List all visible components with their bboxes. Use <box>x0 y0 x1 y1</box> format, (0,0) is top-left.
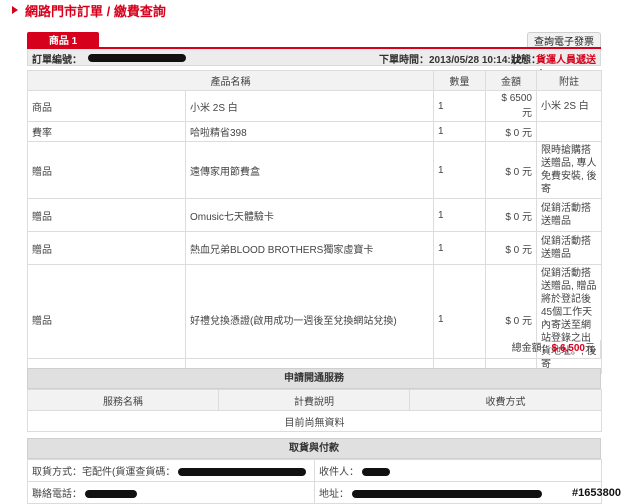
item-price: $ 0 元 <box>485 198 537 232</box>
watermark-id: #1653800 <box>572 487 621 499</box>
item-name: 小米 2S 白 <box>185 90 434 122</box>
shipping-method-cell: 取貨方式：宅配件(貨運查貨碼： <box>27 459 315 482</box>
total-value: $ 6,500 <box>551 343 585 354</box>
services-empty-text: 目前尚無資料 <box>27 410 602 432</box>
item-name: Omusic七天體驗卡 <box>185 198 434 232</box>
phone-cell: 聯絡電話： <box>27 481 315 504</box>
services-empty-row: 目前尚無資料 <box>27 410 602 432</box>
item-type: 贈品 <box>27 141 186 199</box>
header-quantity: 數量 <box>433 70 486 91</box>
table-row: 贈品 Omusic七天體驗卡 1 $ 0 元 促銷活動搭送贈品 <box>27 198 602 232</box>
recipient-label: 收件人： <box>319 467 359 478</box>
table-row: 商品 小米 2S 白 1 $ 6500 元 小米 2S 白 <box>27 90 602 122</box>
delivery-row: 聯絡電話： 地址： <box>27 481 602 504</box>
page-title: 網路門市訂單 / 繳費查詢 <box>12 2 166 19</box>
redacted-tracking-code <box>178 468 307 477</box>
order-time: 下單時間：2013/05/28 10:14:12 <box>379 55 522 66</box>
item-note <box>536 121 602 142</box>
item-qty: 1 <box>433 231 486 265</box>
item-note: 限時搶購搭送贈品, 專人免費安裝, 後寄 <box>536 141 602 199</box>
item-qty: 1 <box>433 198 486 232</box>
header-service-name: 服務名稱 <box>27 389 219 411</box>
address-cell: 地址： <box>314 481 602 504</box>
item-qty: 1 <box>433 121 486 142</box>
redacted-order-number <box>88 54 186 62</box>
services-header-row: 服務名稱 計費說明 收費方式 <box>27 389 602 411</box>
item-type: 費率 <box>27 121 186 142</box>
redacted-phone <box>84 490 137 499</box>
delivery-row: 取貨方式：宅配件(貨運查貨碼： 收件人： <box>27 459 602 482</box>
header-payment-method: 收費方式 <box>409 389 602 411</box>
tab-product-1[interactable]: 商品 1 <box>27 32 99 47</box>
item-type: 商品 <box>27 90 186 122</box>
table-row: 贈品 熱血兄弟BLOOD BROTHERS獨家虛寶卡 1 $ 0 元 促銷活動搭… <box>27 231 602 265</box>
order-items-table: 產品名稱 數量 金額 附註 商品 小米 2S 白 1 $ 6500 元 小米 2… <box>27 70 602 374</box>
query-e-invoice-button[interactable]: 查詢電子發票 <box>527 32 601 48</box>
redacted-address <box>351 490 542 499</box>
total-amount-bar: 總金額：$ 6,500元 <box>27 340 601 359</box>
item-qty: 1 <box>433 141 486 199</box>
table-row: 費率 哈啦精省398 1 $ 0 元 <box>27 121 602 142</box>
order-info-bar: 訂單編號： 下單時間：2013/05/28 10:14:12 狀態： 貨運人員遞… <box>27 49 601 81</box>
item-note: 促銷活動搭送贈品 <box>536 231 602 265</box>
recipient-cell: 收件人： <box>314 459 602 482</box>
address-label: 地址： <box>319 489 349 500</box>
page-title-text: 網路門市訂單 / 繳費查詢 <box>25 3 166 19</box>
header-note: 附註 <box>536 70 602 91</box>
item-type: 贈品 <box>27 231 186 265</box>
item-note: 促銷活動搭送贈品 <box>536 198 602 232</box>
delivery-section-title: 取貨與付款 <box>27 438 601 459</box>
item-price: $ 0 元 <box>485 141 537 199</box>
table-row: 贈品 遠傳家用節費盒 1 $ 0 元 限時搶購搭送贈品, 專人免費安裝, 後寄 <box>27 141 602 199</box>
order-number-label: 訂單編號： <box>32 55 82 66</box>
item-note: 小米 2S 白 <box>536 90 602 122</box>
phone-label: 聯絡電話： <box>32 489 82 500</box>
total-label: 總金額： <box>511 343 552 354</box>
redacted-recipient <box>361 468 390 477</box>
item-type: 贈品 <box>27 198 186 232</box>
item-name: 遠傳家用節費盒 <box>185 141 434 199</box>
item-price: $ 0 元 <box>485 231 537 265</box>
triangle-bullet-icon <box>12 6 18 14</box>
services-section-title: 申請開通服務 <box>27 368 601 389</box>
header-billing: 計費說明 <box>218 389 410 411</box>
item-name: 哈啦精省398 <box>185 121 434 142</box>
delivery-table: 取貨方式：宅配件(貨運查貨碼： 收件人： 聯絡電話： 地址： <box>27 459 602 504</box>
table-header-row: 產品名稱 數量 金額 附註 <box>27 70 602 91</box>
item-price: $ 6500 元 <box>485 90 537 122</box>
total-unit: 元 <box>585 343 595 354</box>
header-amount: 金額 <box>485 70 537 91</box>
item-price: $ 0 元 <box>485 121 537 142</box>
item-qty: 1 <box>433 90 486 122</box>
shipping-method-label: 取貨方式：宅配件(貨運查貨碼： <box>32 467 176 478</box>
item-name: 熱血兄弟BLOOD BROTHERS獨家虛寶卡 <box>185 231 434 265</box>
header-product-name: 產品名稱 <box>27 70 434 91</box>
services-table: 服務名稱 計費說明 收費方式 目前尚無資料 <box>27 389 602 432</box>
